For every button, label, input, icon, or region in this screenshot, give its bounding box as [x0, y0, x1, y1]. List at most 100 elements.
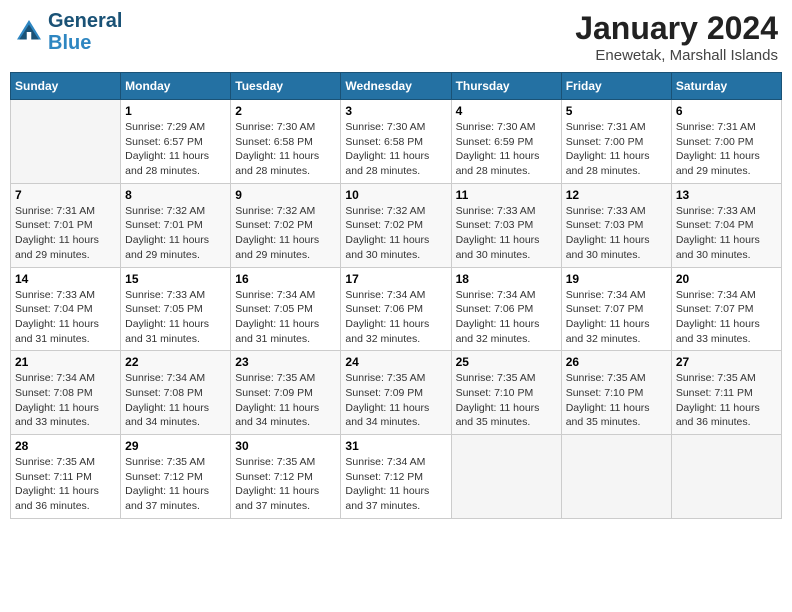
calendar-week-row: 28 Sunrise: 7:35 AM Sunset: 7:11 PM Dayli…: [11, 435, 782, 519]
header-wednesday: Wednesday: [341, 73, 451, 100]
header-sunday: Sunday: [11, 73, 121, 100]
day-info: Sunrise: 7:35 AM Sunset: 7:11 PM Dayligh…: [676, 371, 777, 430]
table-row: 31Sunrise: 7:34 AM Sunset: 7:12 PM Dayli…: [341, 435, 451, 519]
day-number: 8: [125, 188, 226, 202]
day-number: 23: [235, 355, 336, 369]
table-row: 12 Sunrise: 7:33 AM Sunset: 7:03 PM Dayli…: [561, 183, 671, 267]
table-row: 23 Sunrise: 7:35 AM Sunset: 7:09 PM Dayli…: [231, 351, 341, 435]
day-info: Sunrise: 7:35 AM Sunset: 7:09 PM Dayligh…: [345, 371, 446, 430]
day-info: Sunrise: 7:34 AM Sunset: 7:06 PM Dayligh…: [456, 288, 557, 347]
day-info: Sunrise: 7:32 AM Sunset: 7:01 PM Dayligh…: [125, 204, 226, 263]
table-row: 13Sunrise: 7:33 AM Sunset: 7:04 PM Dayli…: [671, 183, 781, 267]
day-info: Sunrise: 7:34 AM Sunset: 7:08 PM Dayligh…: [125, 371, 226, 430]
day-info: Sunrise: 7:31 AM Sunset: 7:00 PM Dayligh…: [566, 120, 667, 179]
day-info: Sunrise: 7:34 AM Sunset: 7:07 PM Dayligh…: [566, 288, 667, 347]
day-number: 28: [15, 439, 116, 453]
day-number: 10: [345, 188, 446, 202]
day-number: 27: [676, 355, 777, 369]
day-info: Sunrise: 7:31 AM Sunset: 7:01 PM Dayligh…: [15, 204, 116, 263]
day-number: 31: [345, 439, 446, 453]
table-row: 2 Sunrise: 7:30 AM Sunset: 6:58 PM Daylig…: [231, 100, 341, 184]
table-row: 10 Sunrise: 7:32 AM Sunset: 7:02 PM Dayli…: [341, 183, 451, 267]
table-row: 6 Sunrise: 7:31 AM Sunset: 7:00 PM Daylig…: [671, 100, 781, 184]
table-row: 11Sunrise: 7:33 AM Sunset: 7:03 PM Dayli…: [451, 183, 561, 267]
day-number: 7: [15, 188, 116, 202]
day-number: 24: [345, 355, 446, 369]
table-row: 20 Sunrise: 7:34 AM Sunset: 7:07 PM Dayli…: [671, 267, 781, 351]
day-info: Sunrise: 7:33 AM Sunset: 7:05 PM Dayligh…: [125, 288, 226, 347]
calendar-week-row: 1 Sunrise: 7:29 AM Sunset: 6:57 PM Daylig…: [11, 100, 782, 184]
day-number: 15: [125, 272, 226, 286]
day-info: Sunrise: 7:33 AM Sunset: 7:03 PM Dayligh…: [566, 204, 667, 263]
table-row: 19Sunrise: 7:34 AM Sunset: 7:07 PM Dayli…: [561, 267, 671, 351]
day-info: Sunrise: 7:30 AM Sunset: 6:59 PM Dayligh…: [456, 120, 557, 179]
day-number: 16: [235, 272, 336, 286]
header-friday: Friday: [561, 73, 671, 100]
day-number: 18: [456, 272, 557, 286]
day-info: Sunrise: 7:32 AM Sunset: 7:02 PM Dayligh…: [235, 204, 336, 263]
day-number: 11: [456, 188, 557, 202]
day-info: Sunrise: 7:35 AM Sunset: 7:09 PM Dayligh…: [235, 371, 336, 430]
day-info: Sunrise: 7:34 AM Sunset: 7:07 PM Dayligh…: [676, 288, 777, 347]
logo-icon: [14, 17, 44, 47]
table-row: 28 Sunrise: 7:35 AM Sunset: 7:11 PM Dayli…: [11, 435, 121, 519]
day-number: 3: [345, 104, 446, 118]
day-number: 6: [676, 104, 777, 118]
weekday-header-row: Sunday Monday Tuesday Wednesday Thursday…: [11, 73, 782, 100]
day-number: 26: [566, 355, 667, 369]
table-row: 3 Sunrise: 7:30 AM Sunset: 6:58 PM Daylig…: [341, 100, 451, 184]
day-number: 1: [125, 104, 226, 118]
calendar-subtitle: Enewetak, Marshall Islands: [575, 47, 778, 64]
table-row: 25 Sunrise: 7:35 AM Sunset: 7:10 PM Dayli…: [451, 351, 561, 435]
header-monday: Monday: [121, 73, 231, 100]
table-row: 8 Sunrise: 7:32 AM Sunset: 7:01 PM Daylig…: [121, 183, 231, 267]
day-number: 9: [235, 188, 336, 202]
day-info: Sunrise: 7:34 AM Sunset: 7:08 PM Dayligh…: [15, 371, 116, 430]
header-thursday: Thursday: [451, 73, 561, 100]
logo-text: General Blue: [48, 10, 122, 54]
table-row: [671, 435, 781, 519]
day-info: Sunrise: 7:30 AM Sunset: 6:58 PM Dayligh…: [235, 120, 336, 179]
day-number: 25: [456, 355, 557, 369]
table-row: 7 Sunrise: 7:31 AM Sunset: 7:01 PM Daylig…: [11, 183, 121, 267]
table-row: 29Sunrise: 7:35 AM Sunset: 7:12 PM Dayli…: [121, 435, 231, 519]
table-row: 15 Sunrise: 7:33 AM Sunset: 7:05 PM Dayli…: [121, 267, 231, 351]
day-info: Sunrise: 7:35 AM Sunset: 7:10 PM Dayligh…: [566, 371, 667, 430]
day-info: Sunrise: 7:35 AM Sunset: 7:11 PM Dayligh…: [15, 455, 116, 514]
day-number: 14: [15, 272, 116, 286]
day-info: Sunrise: 7:29 AM Sunset: 6:57 PM Dayligh…: [125, 120, 226, 179]
day-info: Sunrise: 7:31 AM Sunset: 7:00 PM Dayligh…: [676, 120, 777, 179]
table-row: 24 Sunrise: 7:35 AM Sunset: 7:09 PM Dayli…: [341, 351, 451, 435]
day-info: Sunrise: 7:32 AM Sunset: 7:02 PM Dayligh…: [345, 204, 446, 263]
day-number: 22: [125, 355, 226, 369]
table-row: 26 Sunrise: 7:35 AM Sunset: 7:10 PM Dayli…: [561, 351, 671, 435]
calendar-title: January 2024: [575, 10, 778, 47]
day-number: 20: [676, 272, 777, 286]
table-row: 17Sunrise: 7:34 AM Sunset: 7:06 PM Dayli…: [341, 267, 451, 351]
day-number: 12: [566, 188, 667, 202]
day-info: Sunrise: 7:30 AM Sunset: 6:58 PM Dayligh…: [345, 120, 446, 179]
day-info: Sunrise: 7:34 AM Sunset: 7:05 PM Dayligh…: [235, 288, 336, 347]
table-row: 4 Sunrise: 7:30 AM Sunset: 6:59 PM Daylig…: [451, 100, 561, 184]
day-info: Sunrise: 7:33 AM Sunset: 7:04 PM Dayligh…: [676, 204, 777, 263]
table-row: 14 Sunrise: 7:33 AM Sunset: 7:04 PM Dayli…: [11, 267, 121, 351]
table-row: 22 Sunrise: 7:34 AM Sunset: 7:08 PM Dayli…: [121, 351, 231, 435]
day-number: 21: [15, 355, 116, 369]
table-row: 9 Sunrise: 7:32 AM Sunset: 7:02 PM Daylig…: [231, 183, 341, 267]
table-row: 30 Sunrise: 7:35 AM Sunset: 7:12 PM Dayli…: [231, 435, 341, 519]
day-info: Sunrise: 7:33 AM Sunset: 7:04 PM Dayligh…: [15, 288, 116, 347]
day-number: 4: [456, 104, 557, 118]
table-row: [11, 100, 121, 184]
table-row: [451, 435, 561, 519]
day-number: 5: [566, 104, 667, 118]
day-number: 2: [235, 104, 336, 118]
title-section: January 2024 Enewetak, Marshall Islands: [575, 10, 778, 64]
table-row: 21 Sunrise: 7:34 AM Sunset: 7:08 PM Dayli…: [11, 351, 121, 435]
calendar-week-row: 7 Sunrise: 7:31 AM Sunset: 7:01 PM Daylig…: [11, 183, 782, 267]
table-row: 16 Sunrise: 7:34 AM Sunset: 7:05 PM Dayli…: [231, 267, 341, 351]
day-number: 29: [125, 439, 226, 453]
day-info: Sunrise: 7:35 AM Sunset: 7:12 PM Dayligh…: [235, 455, 336, 514]
day-number: 30: [235, 439, 336, 453]
day-info: Sunrise: 7:35 AM Sunset: 7:10 PM Dayligh…: [456, 371, 557, 430]
day-number: 17: [345, 272, 446, 286]
